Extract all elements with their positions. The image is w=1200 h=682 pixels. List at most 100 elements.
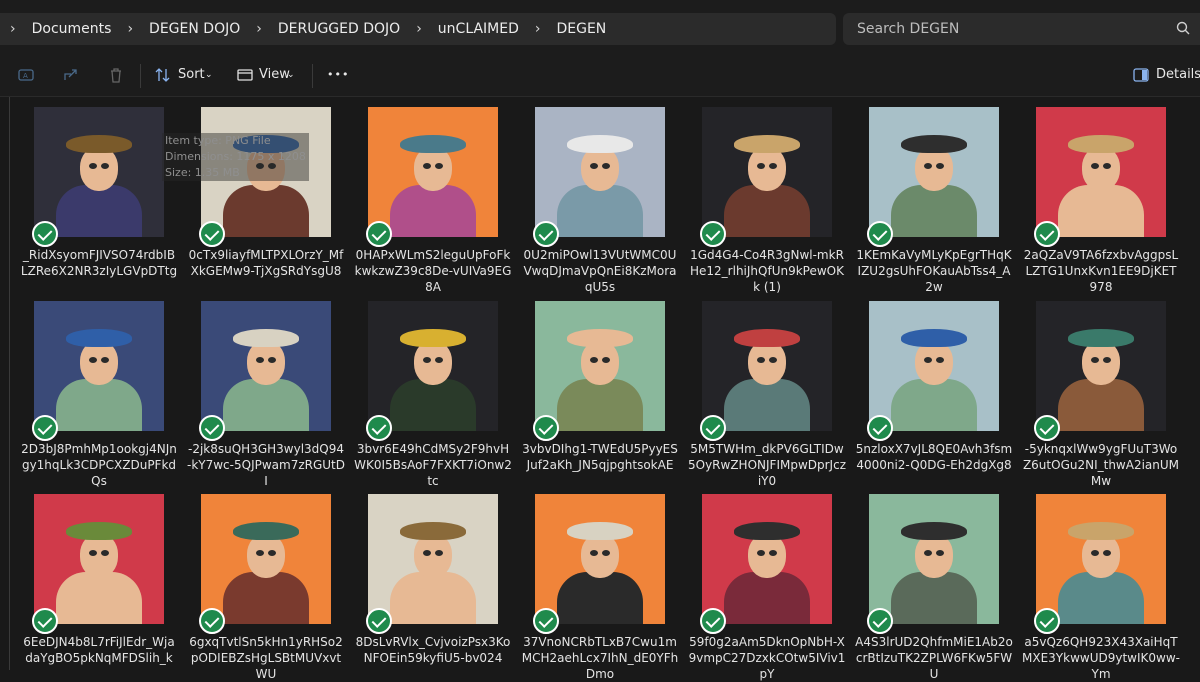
file-thumbnail[interactable]	[535, 494, 665, 624]
breadcrumb-unclaimed[interactable]: unCLAIMED	[432, 13, 525, 45]
search-icon[interactable]	[1176, 21, 1190, 35]
search-placeholder[interactable]: Search DEGEN	[857, 13, 959, 45]
character-eye	[268, 357, 276, 363]
file-name[interactable]: 37VnoNCRbTLxB7Cwu1mMCH2aehLcx7IhN_dE0YFh…	[521, 634, 679, 682]
character-eye	[89, 550, 97, 556]
character-eye	[769, 357, 777, 363]
file-name[interactable]: 6EeDJN4b8L7rFiJlEdr_WjadaYgBO5pkNqMFDSli…	[20, 634, 178, 666]
file-name[interactable]: 1KEmKaVyMLyKpEgrTHqKIZU2gsUhFOKauAbTss4_…	[855, 247, 1013, 295]
sync-status-check-icon	[533, 221, 559, 247]
file-thumbnail[interactable]	[368, 301, 498, 431]
file-name[interactable]: 5M5TWHm_dkPV6GLTIDw5OyRwZHONJFIMpwDprJcz…	[688, 441, 846, 489]
breadcrumb-derugged-dojo[interactable]: DERUGGED DOJO	[272, 13, 406, 45]
chevron-right-icon[interactable]: ›	[525, 13, 551, 45]
character-eye	[101, 357, 109, 363]
character-hat	[1068, 522, 1134, 540]
character-illustration	[223, 522, 309, 624]
file-name[interactable]: 2D3bJ8PmhMp1ookgj4NJngy1hqLk3CDPCXZDuPFk…	[20, 441, 178, 489]
file-thumbnail[interactable]	[201, 301, 331, 431]
sync-status-check-icon	[32, 608, 58, 634]
file-thumbnail[interactable]	[702, 107, 832, 237]
sync-status-check-icon	[700, 221, 726, 247]
view-button[interactable]: View	[259, 56, 290, 94]
file-thumbnail[interactable]	[34, 107, 164, 237]
file-name[interactable]: 3vbvDIhg1-TWEdU5PyyESJuf2aKh_JN5qjpghtso…	[521, 441, 679, 473]
file-name[interactable]: 0HAPxWLmS2leguUpFoFkkwkzwZ39c8De-vUIVa9E…	[354, 247, 512, 295]
file-thumbnail[interactable]	[1036, 301, 1166, 431]
details-button[interactable]: Details	[1156, 56, 1200, 94]
file-thumbnail[interactable]	[34, 301, 164, 431]
character-eye	[590, 357, 598, 363]
search-box[interactable]: Search DEGEN	[843, 13, 1200, 45]
character-eye	[757, 163, 765, 169]
character-illustration	[557, 522, 643, 624]
file-thumbnail[interactable]	[535, 301, 665, 431]
file-name[interactable]: 5nzloxX7vJL8QE0Avh3fsm4000ni2-Q0DG-Eh2dg…	[855, 441, 1013, 473]
character-illustration	[223, 329, 309, 431]
file-thumbnail[interactable]	[869, 494, 999, 624]
share-icon[interactable]	[62, 66, 80, 84]
file-name[interactable]: 1Gd4G4-Co4R3gNwl-mkRHe12_rlhiJhQfUn9kPew…	[688, 247, 846, 295]
sort-icon[interactable]	[154, 66, 172, 84]
sync-status-check-icon	[700, 608, 726, 634]
breadcrumb-degen-dojo[interactable]: DEGEN DOJO	[143, 13, 246, 45]
file-name[interactable]: 59f0g2aAm5DknOpNbH-X9vmpC27DzxkCOtw5IViv…	[688, 634, 846, 682]
file-tooltip: Item type: PNG File Dimensions: 1175 x 1…	[162, 133, 309, 181]
chevron-down-icon[interactable]: ⌄	[205, 56, 213, 94]
character-body	[390, 379, 476, 431]
file-thumbnail[interactable]	[869, 107, 999, 237]
details-pane-icon[interactable]	[1132, 66, 1150, 84]
file-thumbnail[interactable]	[702, 494, 832, 624]
character-hat	[66, 329, 132, 347]
file-thumbnail[interactable]	[368, 107, 498, 237]
file-name[interactable]: 6gxqTvtlSn5kHn1yRHSo2pODIEBZsHgLSBtMUVxv…	[187, 634, 345, 682]
file-name[interactable]: -2jk8suQH3GH3wyl3dQ94-kY7wc-5QJPwam7zRGU…	[187, 441, 345, 489]
chevron-down-icon[interactable]: ⌄	[287, 56, 295, 94]
character-head	[748, 341, 786, 385]
chevron-right-icon[interactable]: ›	[0, 13, 26, 45]
sync-status-check-icon	[32, 221, 58, 247]
sync-status-check-icon	[366, 221, 392, 247]
file-name[interactable]: A4S3lrUD2QhfmMiE1Ab2ocrBtIzuTK2ZPLW6FKw5…	[855, 634, 1013, 682]
character-hat	[567, 329, 633, 347]
file-name[interactable]: 2aQZaV9TA6fzxbvAggpsLLZTG1UnxKvn1EE9DjKE…	[1022, 247, 1180, 295]
chevron-right-icon[interactable]: ›	[117, 13, 143, 45]
more-options-button[interactable]: •••	[327, 56, 349, 94]
file-thumbnail[interactable]	[869, 301, 999, 431]
sort-button[interactable]: Sort	[178, 56, 205, 94]
character-eye	[1091, 550, 1099, 556]
file-name[interactable]: _RidXsyomFJIVSO74rdbIBLZRe6X2NR3zIyLGVpD…	[20, 247, 178, 279]
character-body	[1058, 185, 1144, 237]
file-name[interactable]: 0U2miPOwl13VUtWMC0UVwqDJmaVpQnEi8KzMoraq…	[521, 247, 679, 295]
file-thumbnail[interactable]	[1036, 494, 1166, 624]
character-head	[581, 341, 619, 385]
file-thumbnail[interactable]	[1036, 107, 1166, 237]
file-name[interactable]: -5yknqxlWw9ygFUuT3WoZ6utOGu2NI_thwA2ianU…	[1022, 441, 1180, 489]
file-name[interactable]: 3bvr6E49hCdMSy2F9hvHWK0I5BsAoF7FXKT7iOnw…	[354, 441, 512, 489]
navigation-pane-edge[interactable]	[9, 97, 10, 670]
file-thumbnail[interactable]	[368, 494, 498, 624]
character-illustration	[891, 135, 977, 237]
character-body	[56, 379, 142, 431]
breadcrumb-degen[interactable]: DEGEN	[550, 13, 612, 45]
view-icon[interactable]	[236, 66, 254, 84]
file-thumbnail[interactable]	[201, 494, 331, 624]
chevron-right-icon[interactable]: ›	[246, 13, 272, 45]
file-thumbnail[interactable]	[535, 107, 665, 237]
character-eye	[602, 163, 610, 169]
tooltip-dimensions: Dimensions: 1175 x 1208	[165, 150, 306, 163]
breadcrumb-documents[interactable]: Documents	[26, 13, 118, 45]
address-bar[interactable]: › Documents › DEGEN DOJO › DERUGGED DOJO…	[0, 13, 836, 45]
sync-status-check-icon	[867, 221, 893, 247]
file-name[interactable]: a5vQz6QH923X43XaiHqTMXE3YkwwUD9ytwIK0ww-…	[1022, 634, 1180, 682]
file-name[interactable]: 0cTx9liayfMLTPXLOrzY_MfXkGEMw9-TjXgSRdYs…	[187, 247, 345, 279]
delete-icon[interactable]	[107, 66, 125, 84]
file-thumbnail[interactable]	[702, 301, 832, 431]
file-name[interactable]: 8DsLvRVlx_CvjvoizPsx3KoNFOEin59kyfiU5-bv…	[354, 634, 512, 666]
file-thumbnail[interactable]	[34, 494, 164, 624]
rename-icon[interactable]: A	[17, 66, 35, 84]
chevron-right-icon[interactable]: ›	[406, 13, 432, 45]
character-body	[223, 572, 309, 624]
character-illustration	[1058, 135, 1144, 237]
character-eye	[1103, 550, 1111, 556]
